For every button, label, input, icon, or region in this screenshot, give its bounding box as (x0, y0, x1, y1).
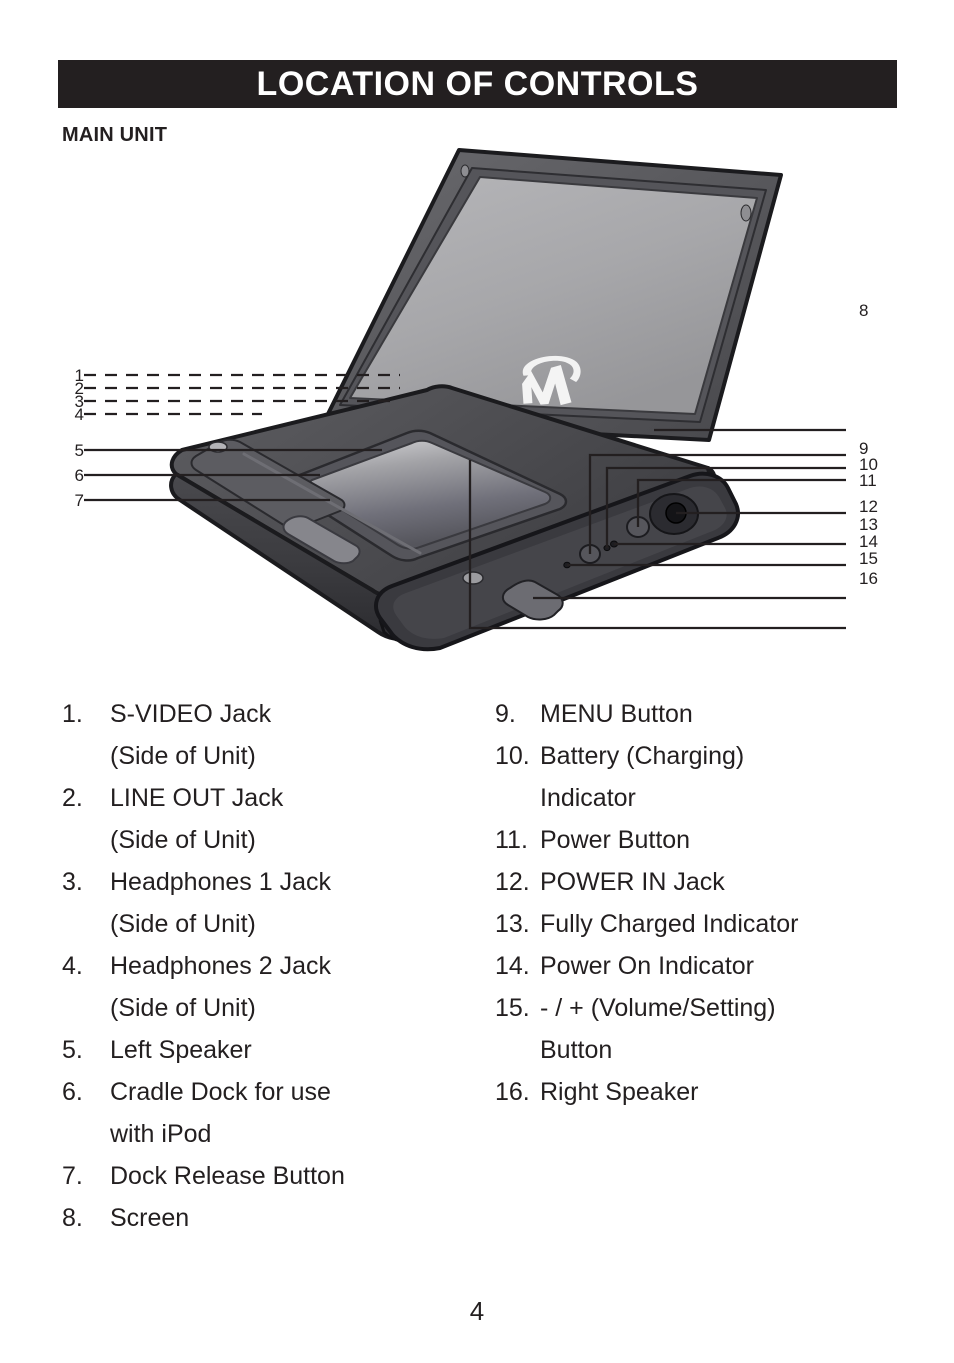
callout-number-14: 14 (859, 532, 878, 551)
list-item-continuation: (Side of Unit) (110, 910, 256, 938)
list-item-label: Right Speaker (540, 1078, 699, 1106)
callout-number-16: 16 (859, 569, 878, 588)
list-item-continuation: with iPod (110, 1120, 212, 1148)
list-item: 10. Battery (Charging) (495, 735, 925, 777)
list-item-label: Dock Release Button (110, 1162, 345, 1190)
list-item-label: LINE OUT Jack (110, 784, 284, 812)
list-item-number: 7. (62, 1162, 83, 1190)
list-item: 11. Power Button (495, 819, 925, 861)
list-item: 12. POWER IN Jack (495, 861, 925, 903)
list-item: 16. Right Speaker (495, 1071, 925, 1113)
list-item-label: Left Speaker (110, 1036, 252, 1064)
list-item-number: 12. (495, 868, 530, 896)
callout-number-6: 6 (74, 466, 84, 485)
list-item: 3. Headphones 1 Jack (62, 861, 482, 903)
list-item: 2. LINE OUT Jack (62, 777, 482, 819)
callout-number-15: 15 (859, 549, 878, 568)
list-item-number: 6. (62, 1078, 83, 1106)
list-item-number: 9. (495, 700, 516, 728)
callout-number-7: 7 (74, 491, 84, 510)
list-item-number: 15. (495, 994, 530, 1022)
page-number: 4 (469, 1296, 485, 1326)
list-item-number: 16. (495, 1078, 530, 1106)
list-item-label: Headphones 2 Jack (110, 952, 331, 980)
lid-screw-left-icon (460, 164, 470, 178)
list-item-continuation: (Side of Unit) (110, 994, 256, 1022)
callout-number-11: 11 (859, 471, 877, 490)
list-item: 15. - / + (Volume/Setting) (495, 987, 925, 1029)
list-item-number: 1. (62, 700, 83, 728)
list-item: 13. Fully Charged Indicator (495, 903, 925, 945)
controls-list-right: 9. MENU Button 10. Battery (Charging) In… (495, 693, 925, 1113)
list-item-label: Headphones 1 Jack (110, 868, 331, 896)
callout-number-4: 4 (74, 405, 84, 424)
list-item-continuation: (Side of Unit) (110, 742, 256, 770)
list-item-number: 4. (62, 952, 83, 980)
list-item: 4. Headphones 2 Jack (62, 945, 482, 987)
callout-number-8: 8 (859, 301, 869, 320)
list-item: 6. Cradle Dock for use (62, 1071, 482, 1113)
list-item: 8. Screen (62, 1197, 482, 1239)
list-item-label: POWER IN Jack (540, 868, 725, 896)
callout-number-12: 12 (859, 497, 878, 516)
list-item: 9. MENU Button (495, 693, 925, 735)
front-screw-icon (462, 571, 484, 585)
list-item-number: 13. (495, 910, 530, 938)
portable-dvd-player-illustration (84, 148, 846, 652)
lid-screw-right-icon (740, 204, 752, 222)
list-item: 14. Power On Indicator (495, 945, 925, 987)
list-item-number: 5. (62, 1036, 83, 1064)
callout-number-13: 13 (859, 515, 878, 534)
page-title: LOCATION OF CONTROLS (256, 65, 699, 103)
list-item-number: 14. (495, 952, 530, 980)
list-item-label: Cradle Dock for use (110, 1078, 331, 1106)
page-title-bar: LOCATION OF CONTROLS (58, 60, 897, 108)
list-item: 7. Dock Release Button (62, 1155, 482, 1197)
list-item-label: Fully Charged Indicator (540, 910, 799, 938)
list-item-number: 3. (62, 868, 83, 896)
list-item-label: Battery (Charging) (540, 742, 745, 770)
list-item-label: S-VIDEO Jack (110, 700, 272, 728)
list-item: 1. S-VIDEO Jack (62, 693, 482, 735)
list-item-label: MENU Button (540, 700, 693, 728)
controls-list-left: 1. S-VIDEO Jack (Side of Unit) 2. LINE O… (62, 693, 482, 1239)
list-item-continuation: Button (540, 1036, 613, 1064)
list-item-label: - / + (Volume/Setting) (540, 994, 776, 1022)
list-item-number: 10. (495, 742, 530, 770)
main-unit-diagram (0, 120, 954, 690)
callout-number-5: 5 (74, 441, 84, 460)
list-item-continuation: (Side of Unit) (110, 826, 256, 854)
list-item-number: 2. (62, 784, 83, 812)
list-item-continuation: Indicator (540, 784, 636, 812)
list-item-number: 11. (495, 826, 528, 854)
list-item-label: Power Button (540, 826, 691, 854)
list-item-number: 8. (62, 1204, 83, 1232)
list-item-label: Screen (110, 1204, 190, 1232)
list-item: 5. Left Speaker (62, 1029, 482, 1071)
document-page: LOCATION OF CONTROLS MAIN UNIT 1 2 3 4 5… (0, 0, 954, 1363)
list-item-label: Power On Indicator (540, 952, 754, 980)
